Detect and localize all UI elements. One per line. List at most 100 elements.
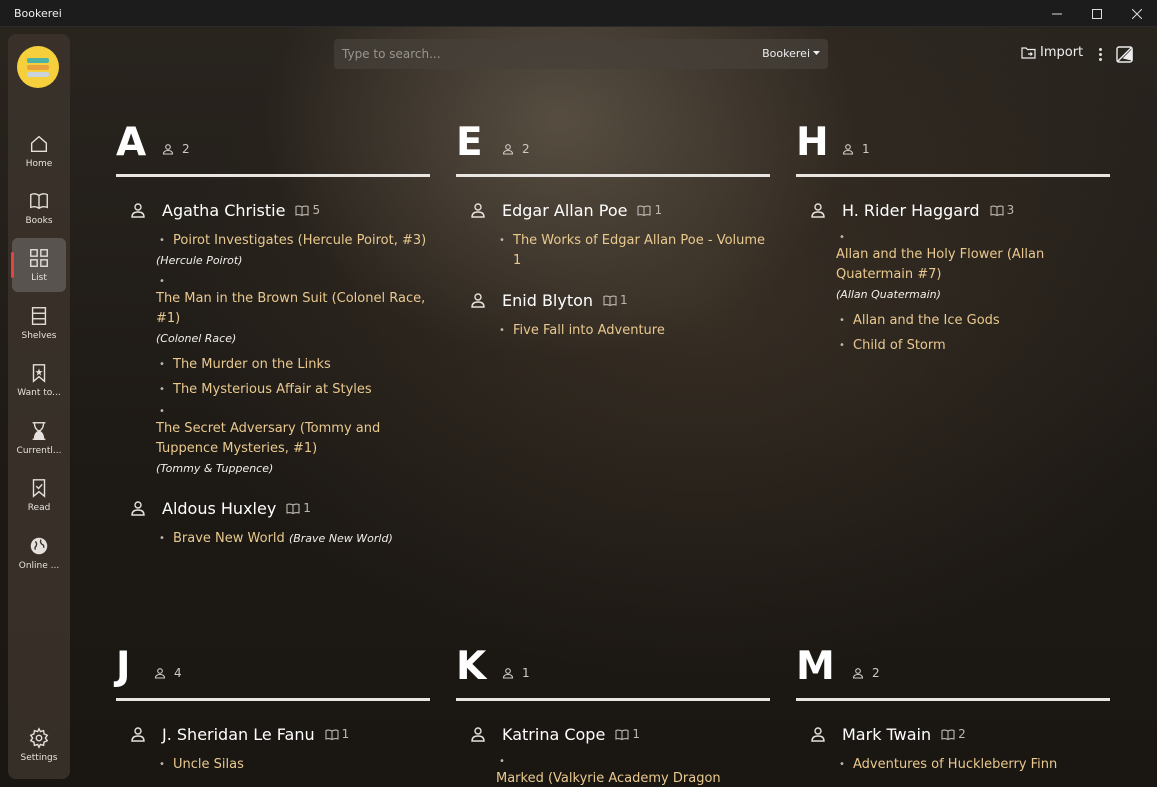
author-count-value: 2	[182, 142, 190, 156]
person-icon	[131, 203, 145, 218]
maximize-button[interactable]	[1077, 0, 1117, 27]
hourglass-icon	[32, 422, 46, 440]
book-title[interactable]: Poirot Investigates (Hercule Poirot, #3)	[156, 231, 426, 251]
sidebar-item-online[interactable]: Online ...	[12, 526, 66, 580]
book-count-value: 1	[341, 727, 350, 741]
sidebar-item-label: Online ...	[18, 561, 60, 571]
author-name[interactable]: J. Sheridan Le Fanu	[162, 725, 315, 744]
section-letter: M	[796, 644, 835, 689]
book-title[interactable]: The Works of Edgar Allan Poe - Volume 1	[496, 231, 770, 271]
sidebar-item-shelves[interactable]: Shelves	[12, 296, 66, 350]
book-count-value: 1	[620, 293, 628, 307]
section-header: E 2	[456, 123, 770, 177]
book-title[interactable]: Uncle Silas	[156, 755, 244, 775]
book-title[interactable]: The Murder on the Links	[156, 355, 331, 375]
library-dropdown-label: Bookerei	[762, 47, 810, 60]
book-count-value: 5	[312, 203, 321, 217]
sidebar-item-books[interactable]: Books	[12, 181, 66, 235]
author-book-count: 2	[941, 727, 966, 741]
minimize-button[interactable]	[1037, 0, 1077, 27]
book-title[interactable]: Brave New World	[156, 529, 285, 549]
author-book-count: 3	[990, 203, 1014, 217]
book-item: The Works of Edgar Allan Poe - Volume 1	[456, 231, 770, 271]
more-dot	[1098, 57, 1102, 61]
bullet: •	[159, 406, 165, 417]
maximize-icon	[1092, 8, 1102, 19]
book-icon	[603, 295, 617, 306]
book-icon	[295, 205, 310, 216]
person-icon	[162, 144, 174, 155]
book-list: The Works of Edgar Allan Poe - Volume 1	[456, 231, 770, 271]
library-dropdown[interactable]: Bookerei	[762, 47, 820, 60]
author-row[interactable]: Katrina Cope 1	[456, 723, 770, 745]
book-title[interactable]: Child of Storm	[836, 336, 946, 356]
author-row[interactable]: Enid Blyton 1	[456, 289, 770, 311]
author-row[interactable]: Aldous Huxley 1	[116, 497, 430, 519]
search-input[interactable]	[342, 39, 642, 69]
book-title[interactable]: Five Fall into Adventure	[496, 321, 665, 341]
author-name[interactable]: Enid Blyton	[502, 291, 593, 310]
title-bar: Bookerei	[0, 0, 1157, 27]
more-dot	[1098, 47, 1102, 51]
author-count-value: 2	[522, 142, 530, 156]
book-series: (Colonel Race)	[156, 332, 237, 345]
author-book-count: 5	[295, 203, 320, 217]
letter-section-k: K 1 Katrina Cope 1 • Marked (Valkyrie Ac…	[456, 647, 770, 787]
book-title[interactable]: The Secret Adversary (Tommy and Tuppence…	[156, 421, 380, 456]
book-list: Brave New World (Brave New World)	[116, 529, 430, 549]
author-name[interactable]: Edgar Allan Poe	[502, 201, 627, 220]
book-title[interactable]: The Mysterious Affair at Styles	[156, 380, 372, 400]
book-title[interactable]: Adventures of Huckleberry Finn	[836, 755, 1057, 775]
caret-down-icon	[813, 51, 820, 55]
book-title[interactable]: The Man in the Brown Suit (Colonel Race,…	[156, 291, 425, 326]
sidebar-item-want-to-read[interactable]: Want to...	[12, 353, 66, 407]
person-icon	[811, 203, 825, 218]
section-letter: A	[116, 120, 147, 165]
book-title[interactable]: Allan and the Ice Gods	[836, 311, 1000, 331]
sidebar-item-label: List	[31, 273, 47, 283]
sidebar-item-settings[interactable]: Settings	[12, 718, 66, 772]
author-name[interactable]: Aldous Huxley	[162, 499, 276, 518]
author-row[interactable]: Edgar Allan Poe 1	[456, 199, 770, 221]
book-count-value: 1	[654, 203, 663, 217]
app-logo[interactable]	[17, 46, 59, 88]
author-count: 2	[852, 666, 880, 680]
section-header: M 2	[796, 647, 1110, 701]
author-row[interactable]: H. Rider Haggard 3	[796, 199, 1110, 221]
letter-section-j: J 4 J. Sheridan Le Fanu 1 Uncle Silas	[116, 647, 430, 780]
book-series: (Brave New World)	[288, 532, 393, 545]
sidebar-item-read[interactable]: Read	[12, 468, 66, 522]
author-row[interactable]: Agatha Christie 5	[116, 199, 430, 221]
author-row[interactable]: Mark Twain 2	[796, 723, 1110, 745]
person-icon	[502, 144, 514, 155]
book-icon	[941, 729, 955, 740]
book-title[interactable]: Allan and the Holy Flower (Allan Quaterm…	[836, 247, 1044, 282]
book-count-value: 2	[958, 727, 966, 741]
sidebar-item-currently-reading[interactable]: Currentl...	[12, 411, 66, 465]
author-book-count: 1	[615, 727, 640, 741]
more-options-button[interactable]	[1092, 45, 1108, 63]
author-name[interactable]: Agatha Christie	[162, 201, 285, 220]
author-name[interactable]: H. Rider Haggard	[842, 201, 980, 220]
theme-toggle-button[interactable]	[1115, 44, 1135, 68]
sidebar-item-list[interactable]: List	[11, 238, 66, 292]
book-title[interactable]: Marked (Valkyrie Academy Dragon Alliance	[496, 771, 721, 787]
author-entry: J. Sheridan Le Fanu 1 Uncle Silas	[116, 723, 430, 775]
import-button[interactable]: Import	[1021, 45, 1083, 60]
section-header: J 4	[116, 647, 430, 701]
sidebar: Home Books List Shelves Want to... Curre…	[8, 34, 70, 779]
author-row[interactable]: J. Sheridan Le Fanu 1	[116, 723, 430, 745]
bookmark-check-icon	[32, 479, 46, 498]
author-count-value: 1	[862, 142, 870, 156]
person-icon	[471, 293, 485, 308]
sidebar-item-home[interactable]: Home	[12, 124, 66, 178]
author-name[interactable]: Mark Twain	[842, 725, 931, 744]
close-button[interactable]	[1117, 0, 1157, 27]
section-letter: E	[456, 120, 483, 165]
book-item: Allan and the Ice Gods	[796, 311, 1110, 331]
sidebar-item-label: Want to...	[17, 388, 61, 398]
author-count-value: 4	[174, 666, 182, 680]
author-name[interactable]: Katrina Cope	[502, 725, 605, 744]
book-count-value: 1	[303, 501, 311, 515]
author-book-count: 1	[286, 501, 311, 515]
